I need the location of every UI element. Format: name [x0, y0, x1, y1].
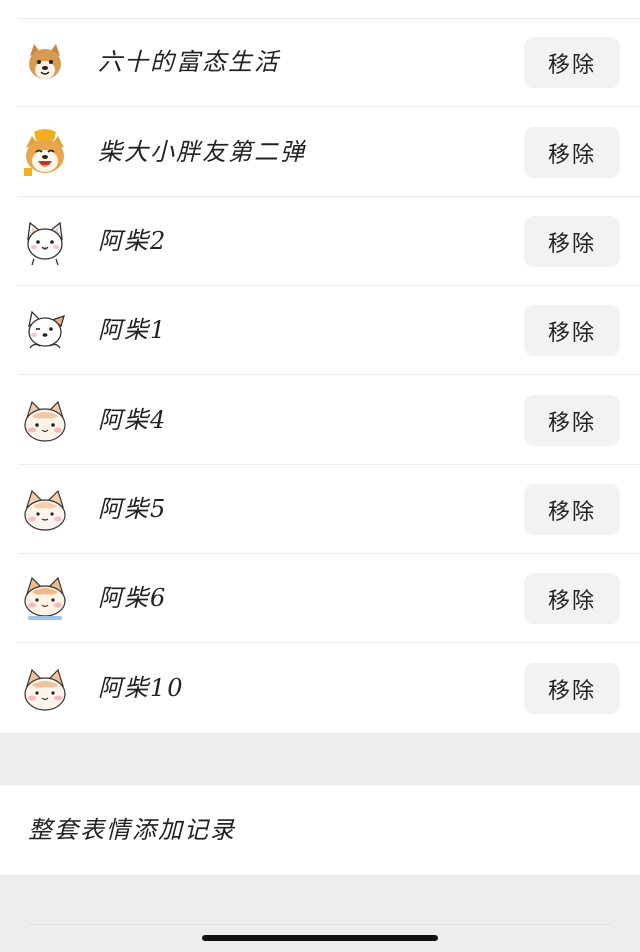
cartoon-shiba-icon — [20, 306, 70, 356]
sticker-row: 柴大小胖友第二弹 移除 — [0, 108, 640, 197]
remove-button[interactable]: 移除 — [524, 395, 620, 446]
sticker-name: 柴大小胖友第二弹 — [98, 138, 306, 166]
sticker-name: 阿柴10 — [98, 674, 185, 702]
divider — [30, 924, 610, 925]
sticker-name: 阿柴2 — [98, 227, 168, 255]
home-indicator[interactable] — [202, 935, 438, 941]
sticker-row: 阿柴5 移除 — [0, 465, 640, 554]
sticker-name: 阿柴6 — [98, 584, 168, 612]
cartoon-shiba-icon — [20, 217, 70, 267]
sticker-name: 阿柴1 — [98, 316, 168, 344]
sticker-row: 阿柴4 移除 — [0, 376, 640, 465]
cartoon-shiba-icon — [20, 664, 70, 714]
remove-button[interactable]: 移除 — [524, 305, 620, 356]
sticker-row: 阿柴1 移除 — [0, 286, 640, 375]
divider — [18, 374, 640, 375]
remove-button[interactable]: 移除 — [524, 573, 620, 624]
remove-button[interactable]: 移除 — [524, 127, 620, 178]
sticker-row: 阿柴10 移除 — [0, 644, 640, 733]
divider — [18, 106, 640, 107]
sticker-row: 六十的富态生活 移除 — [0, 18, 640, 107]
section-spacer — [0, 733, 640, 785]
sticker-add-history-row[interactable]: 整套表情添加记录 — [0, 785, 640, 875]
cartoon-shiba-icon — [20, 574, 70, 624]
remove-button[interactable]: 移除 — [524, 216, 620, 267]
shiba-smiling-photo-icon — [20, 128, 70, 178]
remove-button[interactable]: 移除 — [524, 37, 620, 88]
cartoon-shiba-icon — [20, 396, 70, 446]
shiba-photo-icon — [20, 38, 70, 88]
sticker-row: 阿柴2 移除 — [0, 197, 640, 286]
sticker-name: 阿柴4 — [98, 406, 168, 434]
cartoon-shiba-icon — [20, 485, 70, 535]
remove-button[interactable]: 移除 — [524, 663, 620, 714]
sticker-name: 六十的富态生活 — [98, 48, 280, 76]
sticker-name: 阿柴5 — [98, 495, 168, 523]
sticker-row: 阿柴6 移除 — [0, 554, 640, 643]
divider — [18, 642, 640, 643]
sticker-add-history-label: 整套表情添加记录 — [28, 816, 236, 844]
remove-button[interactable]: 移除 — [524, 484, 620, 535]
